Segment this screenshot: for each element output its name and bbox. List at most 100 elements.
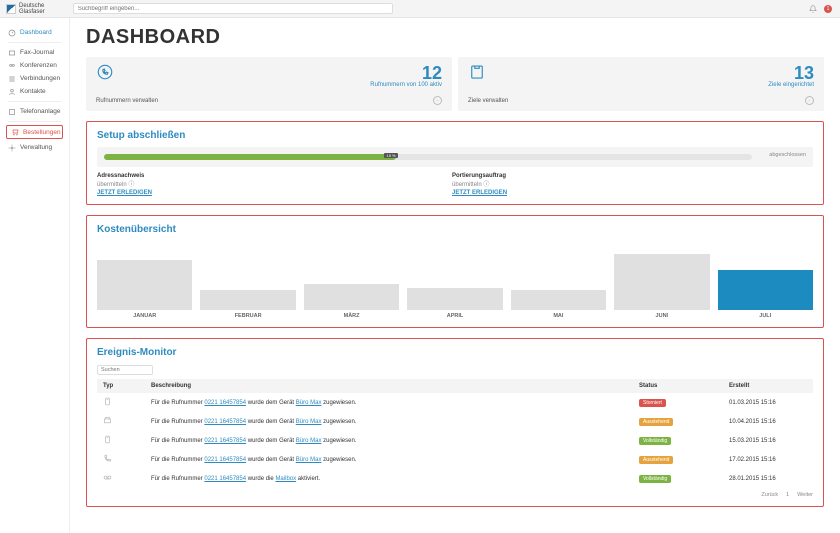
stats-row: 12 Rufnummern von 100 aktiv Rufnummern v… xyxy=(86,57,824,111)
chart-bar-label: FEBRUAR xyxy=(235,313,262,319)
phone-link[interactable]: 0221 16457854 xyxy=(204,400,246,406)
chart-bar[interactable] xyxy=(511,290,606,310)
chart-bar-label: JANUAR xyxy=(133,313,156,319)
sidebar-item-telefonanlage[interactable]: Telefonanlage xyxy=(0,105,69,118)
stat-card-rufnummern: 12 Rufnummern von 100 aktiv Rufnummern v… xyxy=(86,57,452,111)
stat-number: 12 xyxy=(370,63,442,84)
conference-icon xyxy=(8,62,16,70)
chart-bar-label: JUNI xyxy=(656,313,669,319)
status-badge: Ausstehend xyxy=(639,418,673,426)
cost-chart: JANUARFEBRUARMÄRZAPRILMAIJUNIJULI xyxy=(97,241,813,319)
stat-sub: Rufnummern von 100 aktiv xyxy=(370,82,442,88)
th-desc: Beschreibung xyxy=(145,379,633,393)
connections-icon xyxy=(8,75,16,83)
sidebar-item-bestellungen[interactable]: Bestellungen xyxy=(6,125,63,139)
chart-bar[interactable] xyxy=(97,260,192,310)
phone-icon xyxy=(96,63,114,81)
chart-bar[interactable] xyxy=(407,288,502,310)
setup-col-sub: übermitteln ⓘ xyxy=(97,179,152,188)
setup-col-sub: übermitteln ⓘ xyxy=(452,179,507,188)
device-link[interactable]: Büro Max xyxy=(296,457,322,463)
bell-icon[interactable] xyxy=(808,4,818,14)
phone-link[interactable]: 0221 16457854 xyxy=(204,419,246,425)
chart-bar-label: MÄRZ xyxy=(344,313,360,319)
page-title: DASHBOARD xyxy=(86,26,824,49)
sidebar-item-dashboard[interactable]: Dashboard xyxy=(0,26,69,39)
panel-ereignisse: Ereignis-Monitor Typ Beschreibung Status… xyxy=(86,338,824,507)
minus-icon[interactable]: − xyxy=(433,96,442,105)
stat-card-ziele: 13 Ziele eingerichtet Ziele verwalten − xyxy=(458,57,824,111)
device-link[interactable]: Büro Max xyxy=(296,419,322,425)
event-date: 17.02.2015 15:16 xyxy=(723,450,813,469)
sidebar-item-konferenzen[interactable]: Konferenzen xyxy=(0,59,69,72)
main: DASHBOARD 12 Rufnummern von 100 aktiv Ru… xyxy=(70,18,840,533)
notification-badge[interactable]: 1 xyxy=(824,5,832,13)
sidebar-item-verbindungen[interactable]: Verbindungen xyxy=(0,72,69,85)
event-date: 15.03.2015 15:16 xyxy=(723,431,813,450)
status-badge: Storniert xyxy=(639,399,666,407)
logo-text-1: Deutsche xyxy=(19,3,45,9)
sidebar: Dashboard Fax-Journal Konferenzen Verbin… xyxy=(0,18,70,533)
event-status: Storniert xyxy=(633,393,723,412)
events-heading: Ereignis-Monitor xyxy=(97,347,813,358)
contacts-icon xyxy=(8,88,16,96)
events-search-input[interactable] xyxy=(97,365,153,375)
th-status: Status xyxy=(633,379,723,393)
event-date: 10.04.2015 15:16 xyxy=(723,412,813,431)
th-typ: Typ xyxy=(97,379,145,393)
chart-bar-label: MAI xyxy=(553,313,563,319)
table-row: Für die Rufnummer 0221 16457854 wurde de… xyxy=(97,431,813,450)
chart-bar-label: JULI xyxy=(759,313,771,319)
sidebar-item-label: Fax-Journal xyxy=(20,49,54,56)
sidebar-item-verwaltung[interactable]: Verwaltung xyxy=(0,141,69,154)
progress-bar: 15 % abgeschlossen xyxy=(104,154,752,160)
sidebar-item-kontakte[interactable]: Kontakte xyxy=(0,85,69,98)
event-date: 01.03.2015 15:16 xyxy=(723,393,813,412)
topbar: Deutsche Glasfaser 1 xyxy=(0,0,840,18)
costs-heading: Kostenübersicht xyxy=(97,224,813,235)
phone-link[interactable]: 0221 16457854 xyxy=(204,476,246,482)
setup-heading: Setup abschließen xyxy=(97,130,813,141)
fax-icon xyxy=(97,412,145,431)
pager-next[interactable]: Weiter xyxy=(797,492,813,498)
chart-bar[interactable] xyxy=(304,284,399,310)
table-row: Für die Rufnummer 0221 16457854 wurde di… xyxy=(97,469,813,488)
chart-bar[interactable] xyxy=(718,270,813,310)
event-desc: Für die Rufnummer 0221 16457854 wurde di… xyxy=(145,469,633,488)
panel-setup: Setup abschließen 15 % abgeschlossen Adr… xyxy=(86,121,824,205)
sidebar-item-fax-journal[interactable]: Fax-Journal xyxy=(0,46,69,59)
sidebar-item-label: Konferenzen xyxy=(20,62,57,69)
phone-link[interactable]: 0221 16457854 xyxy=(204,438,246,444)
logo-text-2: Glasfaser xyxy=(19,9,45,15)
phone-add-icon xyxy=(97,431,145,450)
setup-col-link[interactable]: JETZT ERLEDIGEN xyxy=(97,190,152,196)
sidebar-item-label: Bestellungen xyxy=(23,129,61,136)
stat-foot-link[interactable]: Rufnummern verwalten xyxy=(96,98,158,104)
chart-bar[interactable] xyxy=(200,290,295,310)
event-status: Vollständig xyxy=(633,431,723,450)
pager-prev[interactable]: Zurück xyxy=(761,492,778,498)
phone-link[interactable]: 0221 16457854 xyxy=(204,457,246,463)
stat-foot-link[interactable]: Ziele verwalten xyxy=(468,98,508,104)
logo-mark xyxy=(6,4,16,14)
voicemail-icon xyxy=(97,469,145,488)
device-link[interactable]: Büro Max xyxy=(296,400,322,406)
chart-bar[interactable] xyxy=(614,254,709,310)
progress-end-label: abgeschlossen xyxy=(769,152,806,158)
event-status: Ausstehend xyxy=(633,412,723,431)
setup-col-link[interactable]: JETZT ERLEDIGEN xyxy=(452,190,507,196)
progress-percent: 15 % xyxy=(384,153,397,158)
pager-page[interactable]: 1 xyxy=(786,492,789,498)
stat-sub: Ziele eingerichtet xyxy=(768,82,814,88)
minus-icon[interactable]: − xyxy=(805,96,814,105)
search-input[interactable] xyxy=(73,3,393,14)
pbx-icon xyxy=(8,108,16,116)
device-link[interactable]: Büro Max xyxy=(296,438,322,444)
target-icon xyxy=(468,63,486,81)
sidebar-item-label: Kontakte xyxy=(20,88,46,95)
sidebar-item-label: Verbindungen xyxy=(20,75,60,82)
status-badge: Ausstehend xyxy=(639,456,673,464)
pager: Zurück 1 Weiter xyxy=(97,492,813,498)
sidebar-item-label: Verwaltung xyxy=(20,144,52,151)
device-link[interactable]: Mailbox xyxy=(275,476,296,482)
